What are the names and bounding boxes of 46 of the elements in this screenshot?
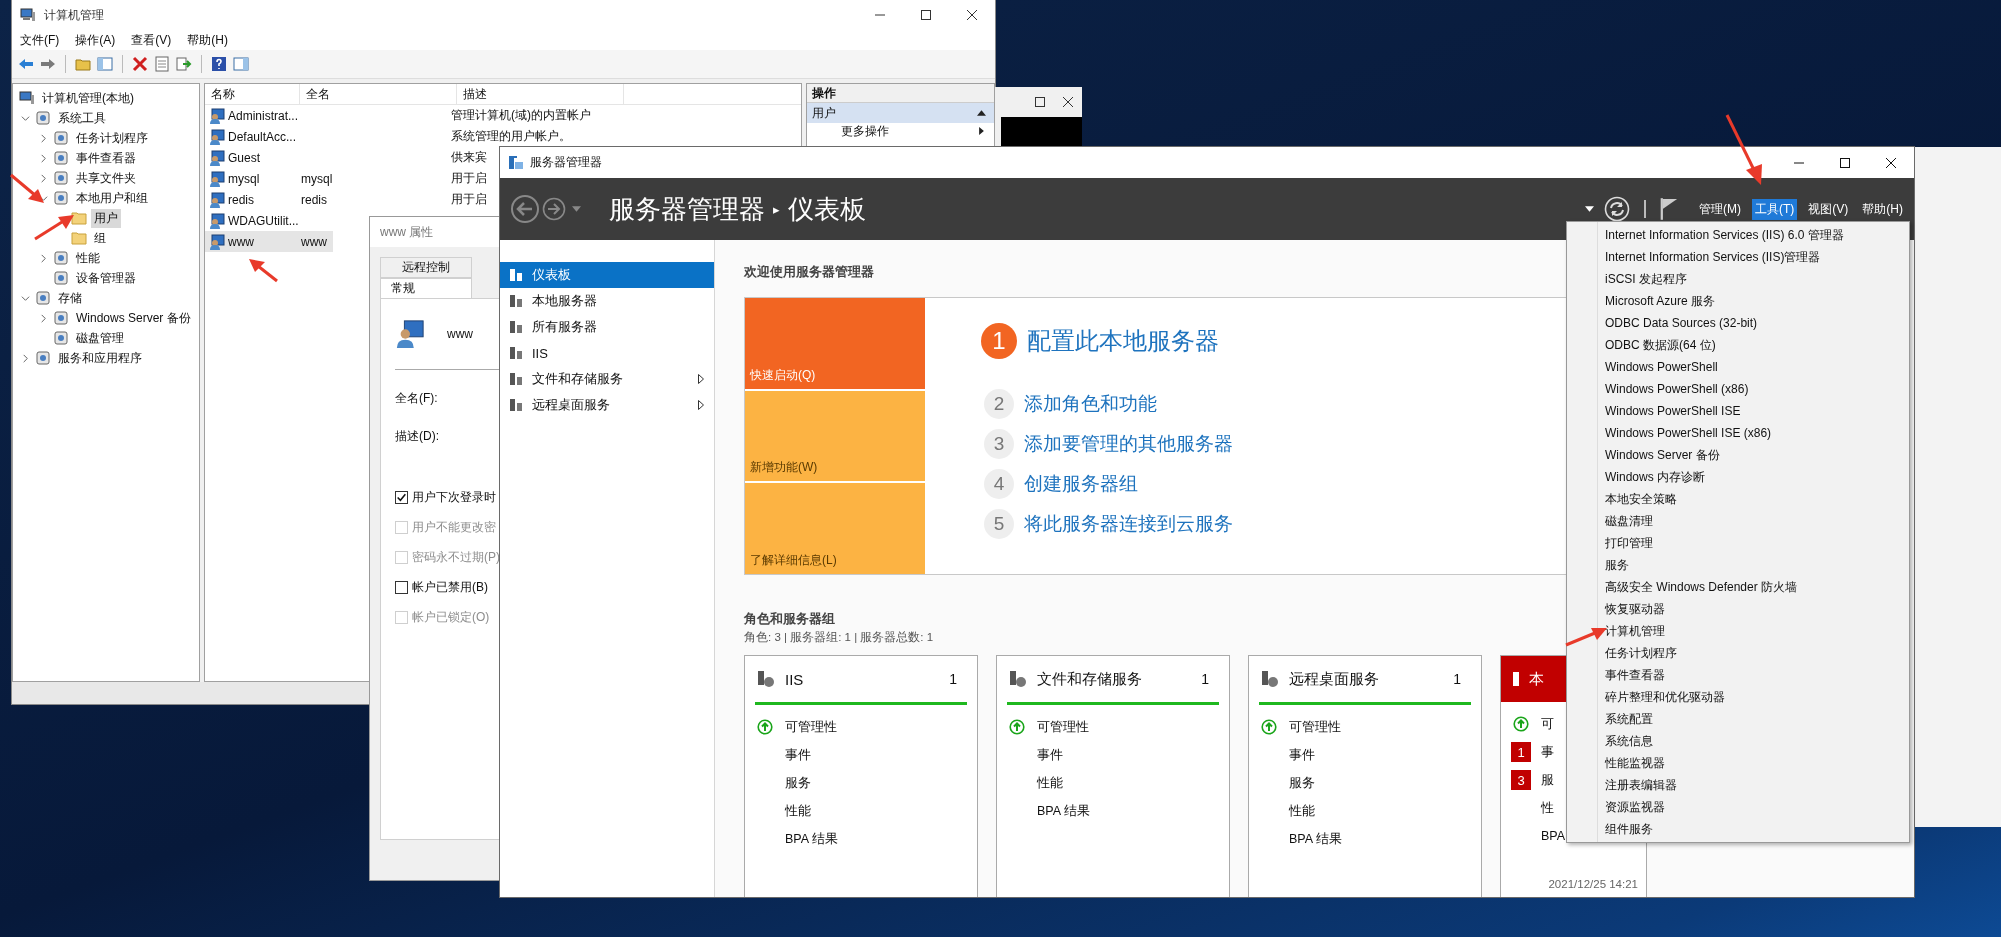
description-text: 系统管理的用户帐户。 [451,128,571,145]
checkbox-label: 帐户已锁定(O) [412,608,490,626]
step-number: 4 [984,469,1014,499]
card-title: IIS [785,670,804,688]
field-label: 全名(F): [395,390,438,407]
field-label: 描述(D): [395,428,439,445]
description-text: 用于启 [451,170,487,187]
card-title: 本 [1529,669,1544,689]
roles-summary: 角色: 3 | 服务器组: 1 | 服务器总数: 1 [744,630,934,645]
checkbox-label: 密码永不过期(P) [412,548,500,566]
full-name: mysql [301,171,333,186]
checkbox-label: 用户下次登录时 [412,488,496,506]
timestamp: 2021/12/25 14:21 [1548,878,1638,890]
user-name: DefaultAcc... [228,129,297,144]
user-name: redis [228,192,254,207]
step-number: 3 [984,429,1014,459]
full-name: redis [301,192,327,207]
checkbox-label: 用户不能更改密 [412,518,496,536]
description-text: 管理计算机(域)的内置帐户 [451,107,591,124]
breadcrumb-page: 仪表板 [787,192,866,226]
checkbox-label: 帐户已禁用(B) [412,578,488,596]
user-name: Guest [228,150,260,165]
window-title: 服务器管理器 [530,154,602,171]
description-text: 用于启 [451,191,487,208]
user-name: mysql [228,171,260,186]
breadcrumb-separator: ▸ [773,201,780,217]
window-title: 计算机管理 [44,6,104,24]
alert-count-badge: 1 [1511,742,1531,762]
card-count: 1 [1453,671,1461,687]
user-name: Administrat... [228,108,299,123]
user-name: WDAGUtilit... [228,213,299,228]
card-title: 文件和存储服务 [1037,669,1142,689]
section-heading: 欢迎使用服务器管理器 [744,264,874,281]
step-number: 1 [981,323,1017,359]
user-name: www [447,327,473,341]
card-title: 远程桌面服务 [1289,669,1379,689]
full-name: www [301,234,327,249]
card-count: 1 [1201,671,1209,687]
actions-header: 操作 [807,84,994,103]
step-number: 5 [984,509,1014,539]
step-number: 2 [984,389,1014,419]
section-heading: 角色和服务器组 [744,611,836,628]
alert-count-badge: 3 [1511,770,1531,790]
card-count: 1 [949,671,957,687]
user-name: www [228,234,254,249]
description-text: 供来宾 [451,149,487,166]
